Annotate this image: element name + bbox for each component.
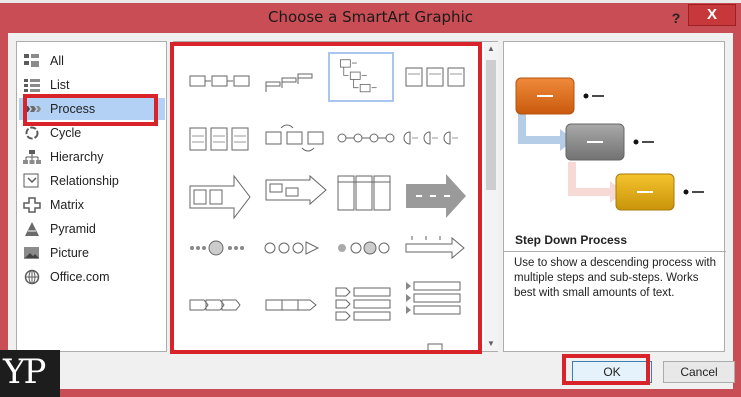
- scroll-up-icon[interactable]: ▲: [486, 44, 496, 54]
- window-title: Choose a SmartArt Graphic: [268, 8, 473, 26]
- list-icon: [24, 79, 40, 92]
- all-icon: [24, 54, 39, 67]
- matrix-icon: [23, 197, 41, 213]
- dialog-window: Choose a SmartArt Graphic ? X All List P…: [0, 0, 741, 397]
- scroll-down-icon[interactable]: ▼: [486, 339, 496, 349]
- category-matrix[interactable]: Matrix: [19, 194, 165, 216]
- category-relationship[interactable]: Relationship: [19, 170, 165, 192]
- title-bar[interactable]: Choose a SmartArt Graphic ? X: [0, 3, 741, 33]
- category-label: Matrix: [50, 198, 85, 212]
- step-down-process-preview: [515, 77, 704, 211]
- category-list: All List Process Cycle Hierarchy Relatio…: [16, 41, 167, 352]
- yp-logo-text: YP: [3, 352, 46, 392]
- help-button[interactable]: ?: [666, 8, 686, 28]
- yp-logo: YP: [0, 350, 60, 397]
- category-hierarchy[interactable]: Hierarchy: [19, 146, 165, 168]
- close-icon: X: [706, 6, 717, 23]
- close-button[interactable]: X: [688, 4, 736, 26]
- category-label: Pyramid: [50, 222, 96, 236]
- process-category-highlight: [23, 94, 158, 126]
- preview-description: Use to show a descending process with mu…: [504, 251, 726, 352]
- category-label: Office.com: [50, 270, 110, 284]
- relationship-icon: [23, 173, 39, 188]
- category-label: Hierarchy: [50, 150, 104, 164]
- pyramid-icon: [25, 222, 39, 236]
- category-picture[interactable]: Picture: [19, 242, 165, 264]
- hierarchy-icon: [23, 150, 41, 164]
- category-label: Relationship: [50, 174, 119, 188]
- category-label: All: [50, 54, 64, 68]
- cycle-icon: [25, 126, 39, 140]
- office-com-icon: [24, 269, 40, 285]
- category-pyramid[interactable]: Pyramid: [19, 218, 165, 240]
- category-list-item[interactable]: List: [19, 74, 165, 96]
- preview-title: Step Down Process: [515, 233, 628, 247]
- category-label: Picture: [50, 246, 89, 260]
- cancel-button[interactable]: Cancel: [663, 361, 735, 383]
- category-all[interactable]: All: [19, 50, 165, 72]
- gallery-highlight: [170, 42, 482, 354]
- ok-button-highlight: [562, 354, 650, 385]
- category-label: List: [50, 78, 70, 92]
- gallery-scrollbar[interactable]: ▲ ▼: [484, 42, 498, 351]
- category-label: Cycle: [50, 126, 82, 140]
- category-office-com[interactable]: Office.com: [19, 266, 165, 288]
- scroll-thumb[interactable]: [486, 60, 496, 190]
- picture-icon: [24, 247, 39, 259]
